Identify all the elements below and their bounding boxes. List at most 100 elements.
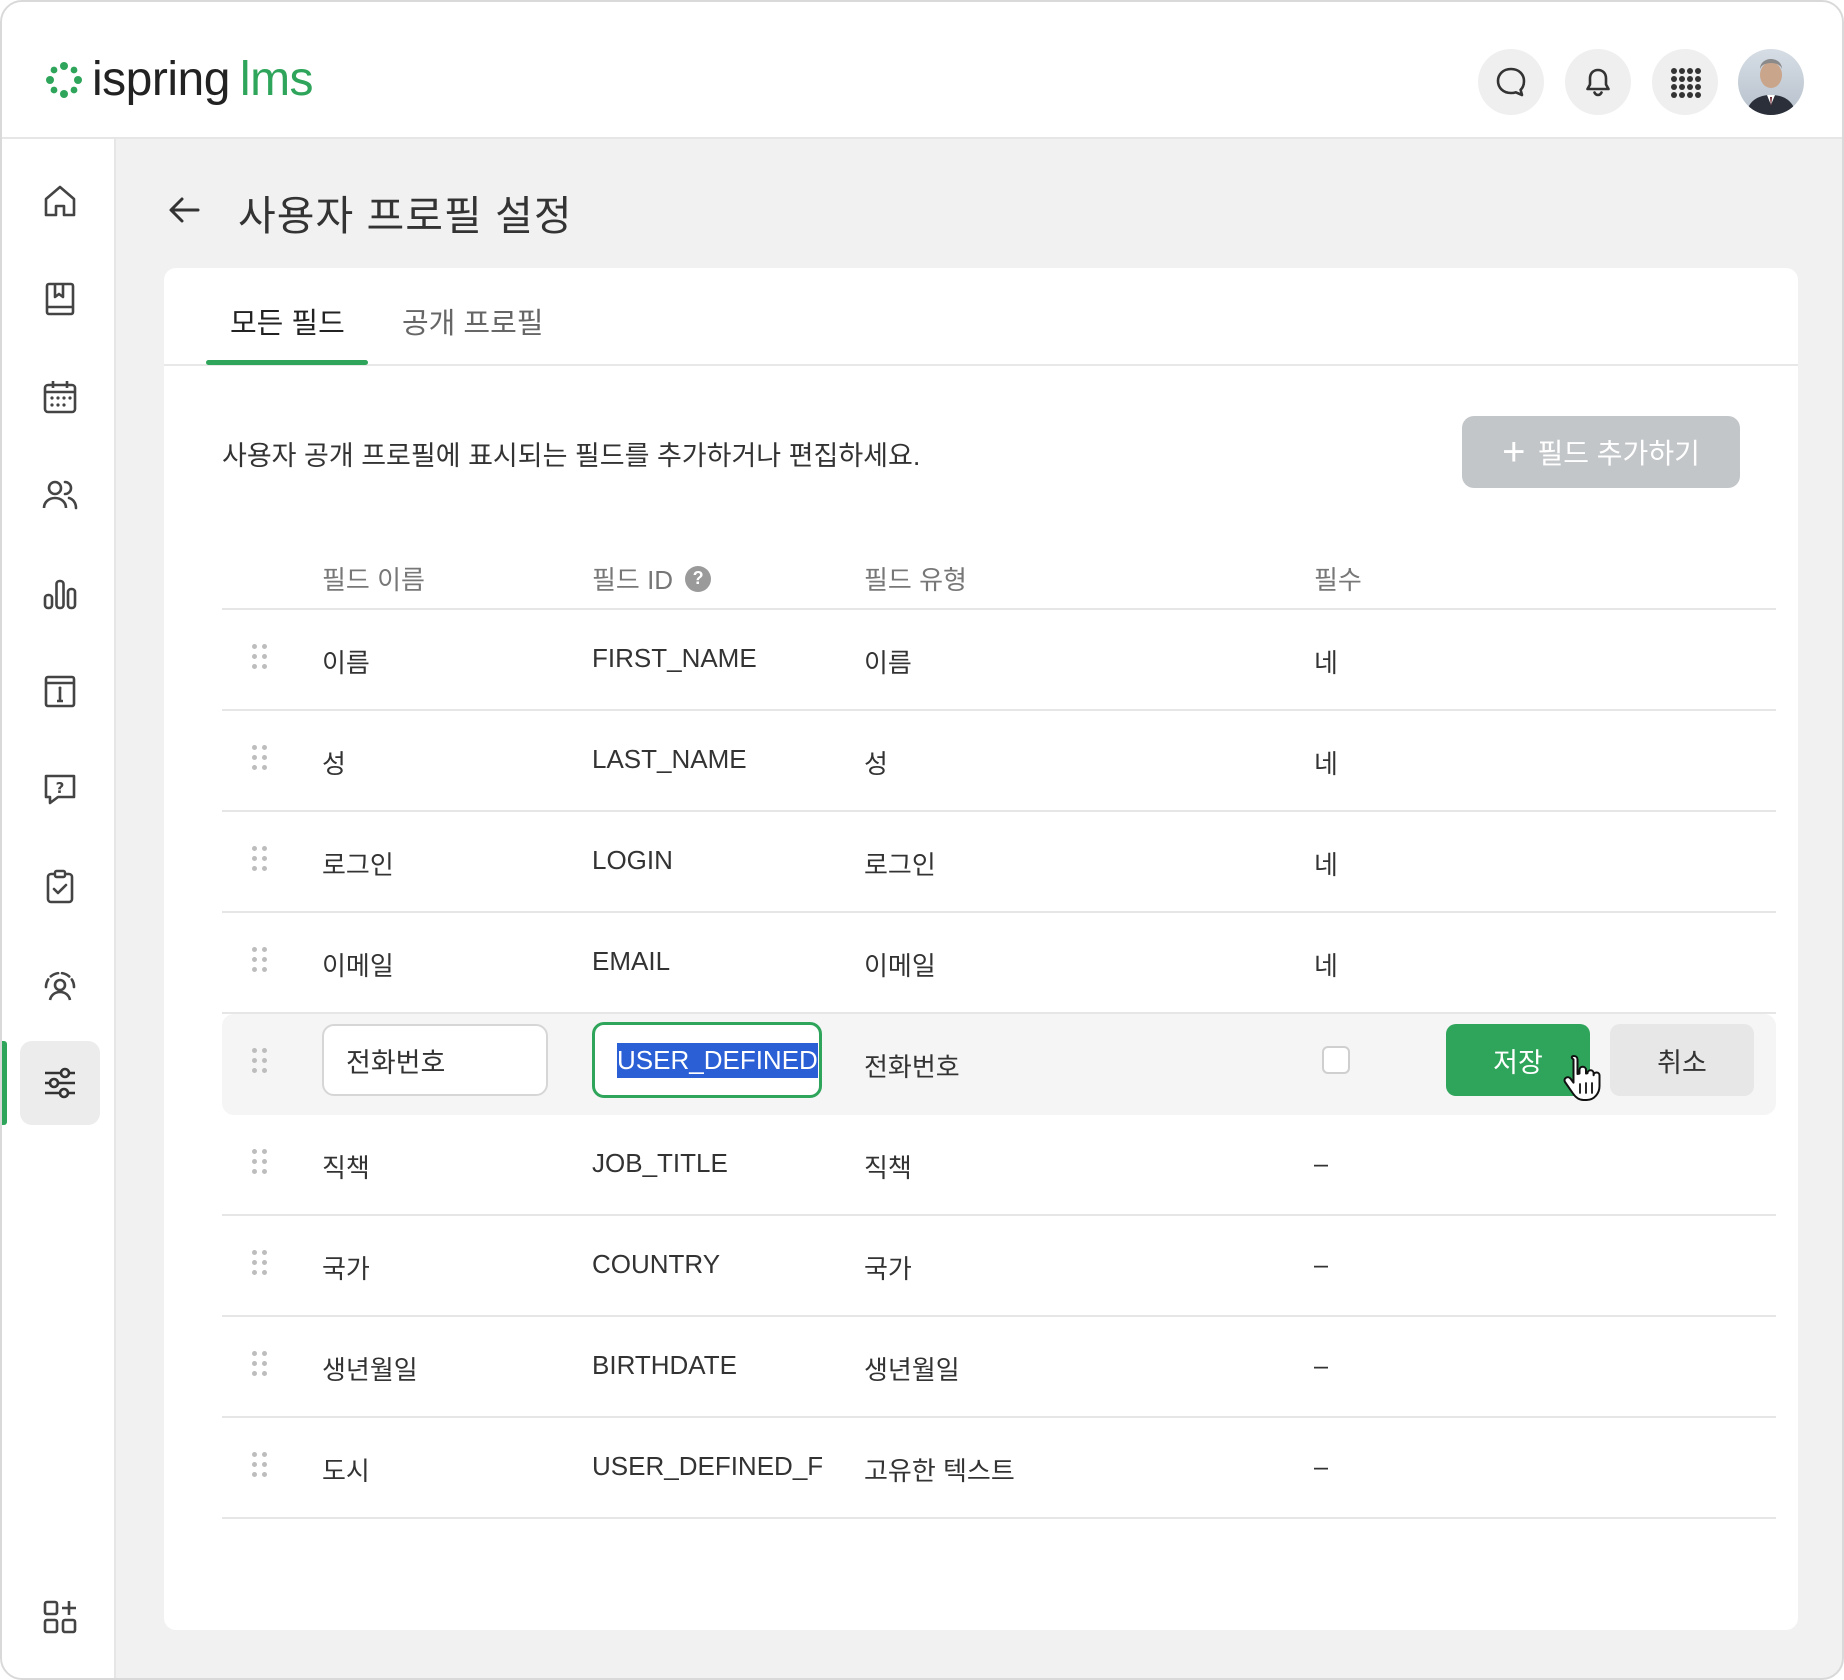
- field-type: 고유한 텍스트: [864, 1456, 1015, 1486]
- apps-grid-icon: [1671, 68, 1701, 98]
- cancel-button[interactable]: 취소: [1610, 1024, 1754, 1096]
- settings-sliders-icon: [45, 1067, 75, 1099]
- field-name: 성: [322, 749, 346, 779]
- drag-handle-icon[interactable]: [252, 1048, 270, 1080]
- field-type: 성: [864, 749, 888, 779]
- chat-button[interactable]: [1478, 49, 1544, 115]
- coach-icon: [44, 971, 76, 1001]
- sidebar-nav: ?: [2, 139, 116, 1678]
- field-required: 네: [1314, 648, 1338, 678]
- field-required: –: [1314, 1249, 1329, 1279]
- top-header: ispring lms: [2, 2, 1842, 139]
- drag-handle-icon[interactable]: [252, 1250, 270, 1282]
- settings-card: 모든 필드 공개 프로필 사용자 공개 프로필에 표시되는 필드를 추가하거나 …: [164, 268, 1798, 1630]
- page-title: 사용자 프로필 설정: [238, 193, 573, 239]
- field-required: 네: [1314, 951, 1338, 981]
- description-text: 사용자 공개 프로필에 표시되는 필드를 추가하거나 편집하세요.: [222, 441, 921, 471]
- drag-handle-icon[interactable]: [252, 644, 270, 676]
- column-header-type: 필드 유형: [864, 565, 967, 595]
- field-type: 이메일: [864, 951, 936, 981]
- help-icon[interactable]: ?: [685, 565, 712, 592]
- sidebar-item-calendar[interactable]: [20, 355, 100, 439]
- logo-accent-text: lms: [239, 53, 314, 106]
- back-arrow-icon[interactable]: [164, 190, 204, 230]
- field-name: 로그인: [322, 850, 394, 880]
- field-name-input[interactable]: 전화번호: [322, 1024, 548, 1096]
- tab-public-profile[interactable]: 공개 프로필: [402, 300, 543, 342]
- table-row[interactable]: 이름 FIRST_NAME 이름 네: [222, 610, 1776, 711]
- table-header: 필드 이름 필드 ID ? 필드 유형 필수: [222, 538, 1776, 610]
- field-name: 이름: [322, 648, 370, 678]
- logo-text: ispring: [92, 53, 230, 106]
- sidebar-item-add-widget[interactable]: [20, 1575, 100, 1659]
- drag-handle-icon[interactable]: [252, 947, 270, 979]
- sidebar-item-info[interactable]: [20, 649, 100, 733]
- svg-text:?: ?: [56, 779, 65, 797]
- table-row[interactable]: 도시 USER_DEFINED_FIEL 고유한 텍스트 –: [222, 1418, 1776, 1519]
- table-row[interactable]: 로그인 LOGIN 로그인 네: [222, 812, 1776, 913]
- field-name: 도시: [322, 1456, 370, 1486]
- sidebar-item-coach[interactable]: [20, 943, 100, 1027]
- field-required: –: [1314, 1148, 1329, 1178]
- column-header-id: 필드 ID ?: [592, 560, 712, 597]
- user-avatar[interactable]: [1738, 49, 1804, 115]
- active-indicator: [2, 1041, 7, 1125]
- field-required: –: [1314, 1350, 1329, 1380]
- drag-handle-icon[interactable]: [252, 1452, 270, 1484]
- field-id: LOGIN: [592, 845, 673, 875]
- sidebar-item-tasks[interactable]: [20, 845, 100, 929]
- table-row[interactable]: 성 LAST_NAME 성 네: [222, 711, 1776, 812]
- sidebar-item-courses[interactable]: [20, 257, 100, 341]
- fields-table: 필드 이름 필드 ID ? 필드 유형 필수 이름 FIRST_NAME 이름 …: [222, 538, 1776, 1519]
- sidebar-item-home[interactable]: [20, 159, 100, 243]
- field-name: 이메일: [322, 951, 394, 981]
- add-field-button[interactable]: + 필드 추가하기: [1462, 416, 1740, 488]
- notifications-button[interactable]: [1565, 49, 1631, 115]
- field-type: 직책: [864, 1153, 912, 1183]
- table-row[interactable]: 생년월일 BIRTHDATE 생년월일 –: [222, 1317, 1776, 1418]
- field-id-selected-text: USER_DEFINED: [617, 1042, 818, 1078]
- drag-handle-icon[interactable]: [252, 846, 270, 878]
- add-field-label: 필드 추가하기: [1537, 438, 1700, 469]
- sidebar-item-users[interactable]: [20, 453, 100, 537]
- table-row[interactable]: 이메일 EMAIL 이메일 네: [222, 913, 1776, 1014]
- tasks-icon: [46, 869, 74, 904]
- logo[interactable]: ispring lms: [44, 52, 314, 107]
- reports-icon: [43, 579, 77, 610]
- field-id: COUNTRY: [592, 1249, 721, 1279]
- sidebar-item-reports[interactable]: [20, 551, 100, 635]
- drag-handle-icon[interactable]: [252, 745, 270, 777]
- table-row[interactable]: 국가 COUNTRY 국가 –: [222, 1216, 1776, 1317]
- field-type: 이름: [864, 648, 912, 678]
- users-icon: [42, 480, 78, 510]
- info-icon: [44, 675, 76, 708]
- table-row-editing[interactable]: 전화번호 USER_DEFINED 전화번호 저장 취소: [222, 1014, 1776, 1115]
- field-id: FIRST_NAME: [592, 643, 757, 673]
- field-id: LAST_NAME: [592, 744, 747, 774]
- field-name: 생년월일: [322, 1355, 418, 1385]
- field-id: BIRTHDATE: [592, 1350, 737, 1380]
- field-type: 생년월일: [864, 1355, 960, 1385]
- sidebar-item-help[interactable]: ?: [20, 747, 100, 831]
- table-row[interactable]: 직책 JOB_TITLE 직책 –: [222, 1115, 1776, 1216]
- bell-icon: [1586, 68, 1610, 97]
- drag-handle-icon[interactable]: [252, 1149, 270, 1181]
- field-required: –: [1314, 1451, 1329, 1481]
- calendar-icon: [43, 381, 77, 414]
- field-id-input[interactable]: USER_DEFINED: [592, 1022, 822, 1098]
- help-icon: ?: [44, 774, 76, 805]
- tab-all-fields[interactable]: 모든 필드: [230, 300, 345, 342]
- field-type: 국가: [864, 1254, 912, 1284]
- column-header-required: 필수: [1314, 565, 1362, 595]
- active-tab-underline: [206, 360, 368, 365]
- chat-icon: [1496, 67, 1526, 97]
- field-type: 전화번호: [864, 1052, 960, 1082]
- tab-bar: 모든 필드 공개 프로필: [164, 268, 1798, 366]
- required-checkbox[interactable]: [1322, 1046, 1350, 1074]
- field-id: USER_DEFINED_FIEL: [592, 1451, 822, 1481]
- drag-handle-icon[interactable]: [252, 1351, 270, 1383]
- apps-button[interactable]: [1652, 49, 1718, 115]
- app-window: ispring lms ? 사용자 프로필 설정 모든 필드 공개 프로필 사용…: [0, 0, 1844, 1680]
- plus-icon: +: [1502, 430, 1526, 474]
- sidebar-item-settings[interactable]: [20, 1041, 100, 1125]
